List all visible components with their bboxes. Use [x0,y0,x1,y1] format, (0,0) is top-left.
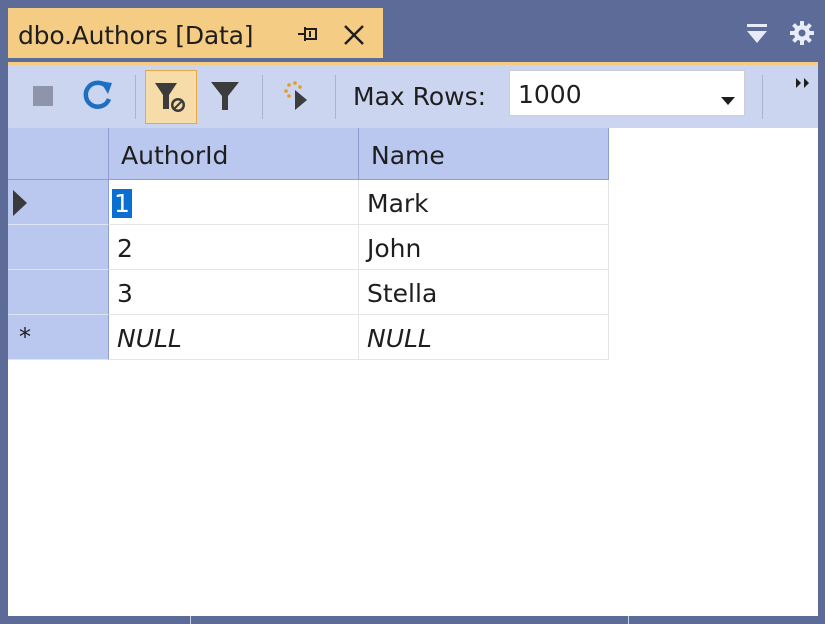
selected-cell-value: 1 [112,189,132,218]
table-cell[interactable]: 2 [109,225,359,270]
column-header-label: Name [371,141,445,170]
divider [190,616,191,624]
cell-value: Mark [367,189,429,218]
cell-value: 3 [117,279,133,308]
document-tab[interactable]: dbo.Authors [Data] [8,8,383,58]
null-value: NULL [117,324,182,353]
row-header[interactable] [8,270,109,315]
column-header-authorid[interactable]: AuthorId [109,128,359,180]
cell-value: 2 [117,234,133,263]
column-header-label: AuthorId [121,141,229,170]
current-row-arrow-icon [13,190,27,220]
table-cell[interactable]: 3 [109,270,359,315]
refresh-icon[interactable] [81,79,115,113]
max-rows-label: Max Rows: [353,82,487,111]
chevron-down-icon[interactable] [721,90,735,109]
table-cell[interactable]: NULL [109,315,359,360]
window-dropdown-icon[interactable] [746,24,768,48]
null-value: NULL [367,324,432,353]
overflow-chevron-icon[interactable] [795,73,811,92]
bottom-border [0,616,825,624]
max-rows-select[interactable]: 1000 [509,70,745,116]
column-header-name[interactable]: Name [359,128,609,180]
data-toolbar: Max Rows: 1000 [8,62,818,128]
table-cell[interactable]: NULL [359,315,609,360]
row-header[interactable] [8,225,109,270]
row-header-corner[interactable] [8,128,109,180]
divider [628,616,629,624]
script-icon[interactable] [283,81,313,113]
cell-value: John [367,234,422,263]
data-grid-area: AuthorId Name 1 Mark 2 John 3 Stella * N… [8,128,818,616]
pin-icon[interactable] [298,26,320,46]
stop-icon[interactable] [33,86,53,106]
table-cell[interactable]: 1 [109,180,359,225]
new-row-header[interactable]: * [8,315,109,360]
table-cell[interactable]: Stella [359,270,609,315]
table-cell[interactable]: John [359,225,609,270]
table-cell[interactable]: Mark [359,180,609,225]
filter-icon[interactable] [209,80,241,112]
new-row-marker: * [19,323,31,351]
tab-title: dbo.Authors [Data] [18,21,254,50]
close-icon[interactable] [343,24,365,50]
max-rows-value: 1000 [518,80,582,109]
cell-value: Stella [367,279,438,308]
gear-icon[interactable] [789,20,815,50]
filter-clear-icon[interactable] [145,70,197,124]
row-header[interactable] [8,180,109,225]
